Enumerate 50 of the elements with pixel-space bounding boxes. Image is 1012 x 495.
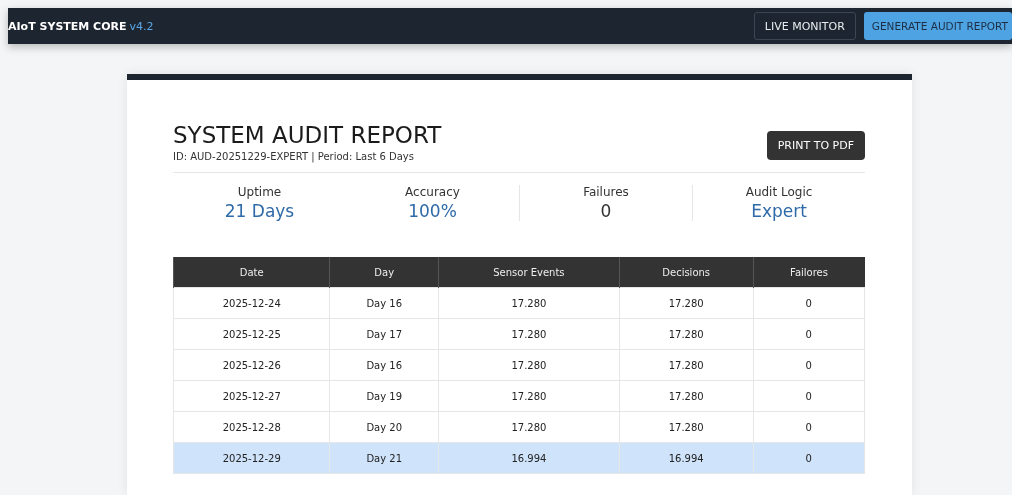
table-cell: 17.280 bbox=[438, 349, 620, 381]
table-cell: 17.280 bbox=[619, 349, 753, 381]
table-cell: Day 19 bbox=[329, 380, 439, 412]
table-cell: 0 bbox=[753, 349, 865, 381]
table-cell: 17.280 bbox=[619, 411, 753, 443]
version-label: v4.2 bbox=[129, 19, 154, 33]
stat-label: Failures bbox=[583, 185, 629, 199]
table-cell: 17.280 bbox=[619, 380, 753, 412]
column-header: Date bbox=[173, 257, 330, 288]
column-header: Sensor Events bbox=[438, 257, 620, 288]
report-subtitle: ID: AUD-20251229-EXPERT | Period: Last 6 Days bbox=[173, 151, 415, 162]
print-button[interactable]: PRINT TO PDF bbox=[766, 131, 865, 160]
table-cell: Day 21 bbox=[329, 442, 439, 474]
report-title: SYSTEM AUDIT REPORT bbox=[173, 122, 442, 148]
live-monitor-button[interactable]: LIVE MONITOR bbox=[753, 12, 856, 40]
stat-value: 21 Days bbox=[224, 201, 295, 221]
table-cell: 2025-12-25 bbox=[173, 318, 330, 350]
generate-report-button[interactable]: GENERATE AUDIT REPORT bbox=[863, 12, 1012, 40]
table-cell: 0 bbox=[753, 380, 865, 412]
table-cell: 0 bbox=[753, 442, 865, 474]
stat-value: 100% bbox=[408, 201, 457, 221]
table-cell: 2025-12-28 bbox=[173, 411, 330, 443]
table-cell: 16.994 bbox=[619, 442, 753, 474]
table-cell: 17.280 bbox=[619, 318, 753, 350]
table-cell: 2025-12-29 bbox=[173, 442, 330, 474]
stat-value: Expert bbox=[751, 201, 807, 221]
column-header: Failores bbox=[753, 257, 865, 288]
table-cell: 17.280 bbox=[619, 287, 753, 319]
stat-label: Uptime bbox=[237, 185, 282, 199]
table-cell: 0 bbox=[753, 287, 865, 319]
table-cell: 0 bbox=[753, 318, 865, 350]
table-cell: 0 bbox=[753, 411, 865, 443]
table-cell: 2025-12-27 bbox=[173, 380, 330, 412]
column-header: Day bbox=[329, 257, 439, 288]
table-cell: Day 17 bbox=[329, 318, 439, 350]
stat-label: Audit Logic bbox=[745, 185, 813, 199]
stat-value: 0 bbox=[600, 201, 612, 221]
column-header: Decisions bbox=[619, 257, 753, 288]
table-cell: 17.280 bbox=[438, 380, 620, 412]
table-cell: Day 16 bbox=[329, 349, 439, 381]
table-cell: Day 16 bbox=[329, 287, 439, 319]
table-cell: Day 20 bbox=[329, 411, 439, 443]
table-cell: 2025-12-26 bbox=[173, 349, 330, 381]
table-cell: 17.280 bbox=[438, 411, 620, 443]
brand-name: AIoT SYSTEM CORE bbox=[8, 19, 127, 33]
table-cell: 2025-12-24 bbox=[173, 287, 330, 319]
table-cell: 16.994 bbox=[438, 442, 620, 474]
table-cell: 17.280 bbox=[438, 318, 620, 350]
table-cell: 17.280 bbox=[438, 287, 620, 319]
stat-label: Accuracy bbox=[405, 185, 460, 199]
